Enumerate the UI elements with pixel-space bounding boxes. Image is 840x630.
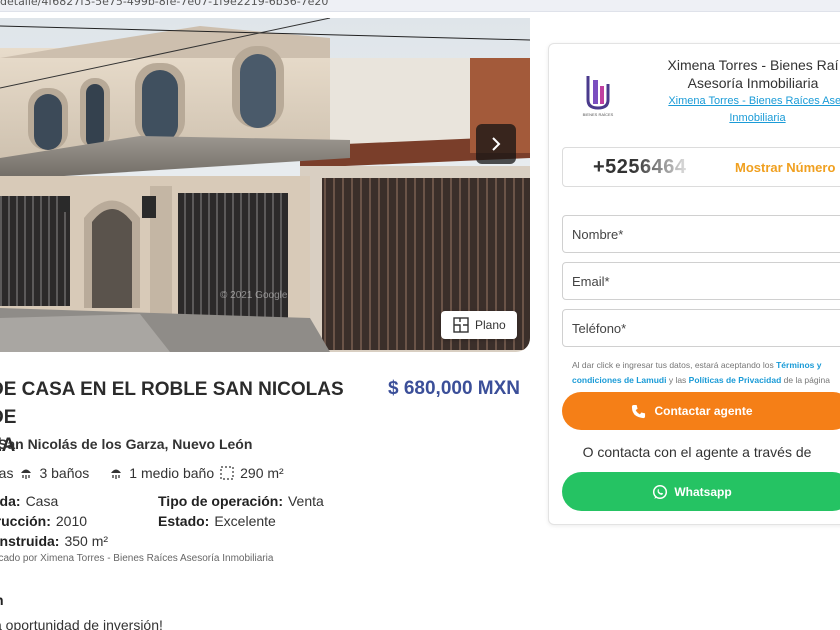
description-text: a oportunidad de inversión! bbox=[0, 617, 163, 630]
area-feature: 290 m² bbox=[240, 465, 284, 481]
legal-text: y las bbox=[666, 375, 689, 385]
agency-logo: BIENES RAÍCES bbox=[583, 76, 614, 117]
detail-label: Estado: bbox=[158, 513, 210, 529]
detail-value: 2010 bbox=[55, 513, 88, 529]
detail-label: trucción: bbox=[0, 513, 51, 529]
half-bath-feature: 1 medio baño bbox=[129, 465, 215, 481]
photo-watermark: © 2021 Google bbox=[220, 290, 288, 301]
detail-value: Excelente bbox=[214, 513, 276, 529]
svg-text:BIENES RAÍCES: BIENES RAÍCES bbox=[583, 112, 614, 117]
detail-label: onstruida: bbox=[0, 533, 60, 549]
rooms-feature: ras bbox=[0, 465, 14, 481]
agent-link-line2: Inmobiliaria bbox=[729, 112, 786, 124]
detail-label: nda: bbox=[0, 493, 21, 509]
agent-name-line1: Ximena Torres - Bienes Raí bbox=[667, 57, 839, 73]
detail-row: Estado: Excelente bbox=[158, 511, 324, 531]
agent-name: Ximena Torres - Bienes Raí Asesoría Inmo… bbox=[638, 56, 840, 92]
detail-row: nda:Casa bbox=[0, 491, 108, 511]
chevron-right-icon bbox=[492, 137, 501, 151]
published-by: licado por Ximena Torres - Bienes Raíces… bbox=[0, 553, 274, 564]
description-heading: n bbox=[0, 592, 4, 608]
bathrooms-feature: 3 baños bbox=[39, 465, 90, 481]
details-left: nda:Casa trucción:2010 onstruida:350 m² bbox=[0, 491, 108, 551]
legal-text: de la página bbox=[781, 375, 830, 385]
details-right: Tipo de operación: Venta Estado: Excelente bbox=[158, 491, 324, 531]
contact-agent-button[interactable]: Contactar agente bbox=[562, 392, 840, 430]
detail-row: trucción:2010 bbox=[0, 511, 108, 531]
legal-notice: Al dar click e ingresar tus datos, estar… bbox=[572, 358, 840, 388]
house-photo-image: © 2021 Google bbox=[0, 18, 530, 352]
email-field[interactable] bbox=[562, 262, 840, 300]
phone-icon bbox=[632, 404, 646, 418]
detail-value: Venta bbox=[287, 493, 324, 509]
listing-price: $ 680,000 MXN bbox=[388, 378, 521, 399]
floor-plan-icon bbox=[453, 317, 469, 333]
shower-icon bbox=[111, 469, 122, 479]
floor-plan-label: Plano bbox=[475, 318, 506, 332]
agent-profile-link[interactable]: Ximena Torres - Bienes Raíces Ases Inmob… bbox=[645, 93, 840, 127]
agent-link-line1: Ximena Torres - Bienes Raíces Ases bbox=[668, 95, 840, 107]
show-number-button[interactable]: Mostrar Número bbox=[735, 160, 835, 175]
phone-box: +5256464 Mostrar Número bbox=[562, 147, 840, 187]
url-text: detalle/4f6827f3-5e75-499b-8fe-7e07-1f9e… bbox=[0, 0, 329, 8]
detail-value: Casa bbox=[25, 493, 59, 509]
floor-plan-button[interactable]: Plano bbox=[441, 311, 517, 339]
whatsapp-button[interactable]: Whatsapp bbox=[562, 472, 840, 511]
phone-field[interactable] bbox=[562, 309, 840, 347]
next-photo-button[interactable] bbox=[476, 124, 516, 164]
url-bar[interactable]: detalle/4f6827f3-5e75-499b-8fe-7e07-1f9e… bbox=[0, 0, 840, 12]
detail-value: 350 m² bbox=[64, 533, 109, 549]
detail-label: Tipo de operación: bbox=[158, 493, 283, 509]
phone-fade-overlay bbox=[633, 152, 693, 182]
detail-row: Tipo de operación: Venta bbox=[158, 491, 324, 511]
name-field[interactable] bbox=[562, 215, 840, 253]
privacy-link[interactable]: Políticas de Privacidad bbox=[689, 375, 782, 385]
whatsapp-icon bbox=[653, 484, 668, 499]
detail-row: onstruida:350 m² bbox=[0, 531, 108, 551]
agent-name-line2: Asesoría Inmobiliaria bbox=[687, 75, 819, 91]
listing-location: San Nicolás de los Garza, Nuevo León bbox=[0, 436, 253, 452]
listing-title-line1: DE CASA EN EL ROBLE SAN NICOLAS DE bbox=[0, 379, 344, 428]
property-photo[interactable]: © 2021 Google bbox=[0, 18, 530, 352]
contact-agent-label: Contactar agente bbox=[654, 404, 753, 418]
contact-alternative-text: O contacta con el agente a través de bbox=[582, 444, 812, 460]
features-row: ras 3 baños 1 medio baño 290 m² bbox=[0, 465, 284, 481]
area-icon bbox=[220, 466, 234, 480]
whatsapp-label: Whatsapp bbox=[674, 484, 732, 499]
legal-text: Al dar click e ingresar tus datos, estar… bbox=[572, 360, 777, 370]
shower-icon bbox=[21, 469, 32, 479]
